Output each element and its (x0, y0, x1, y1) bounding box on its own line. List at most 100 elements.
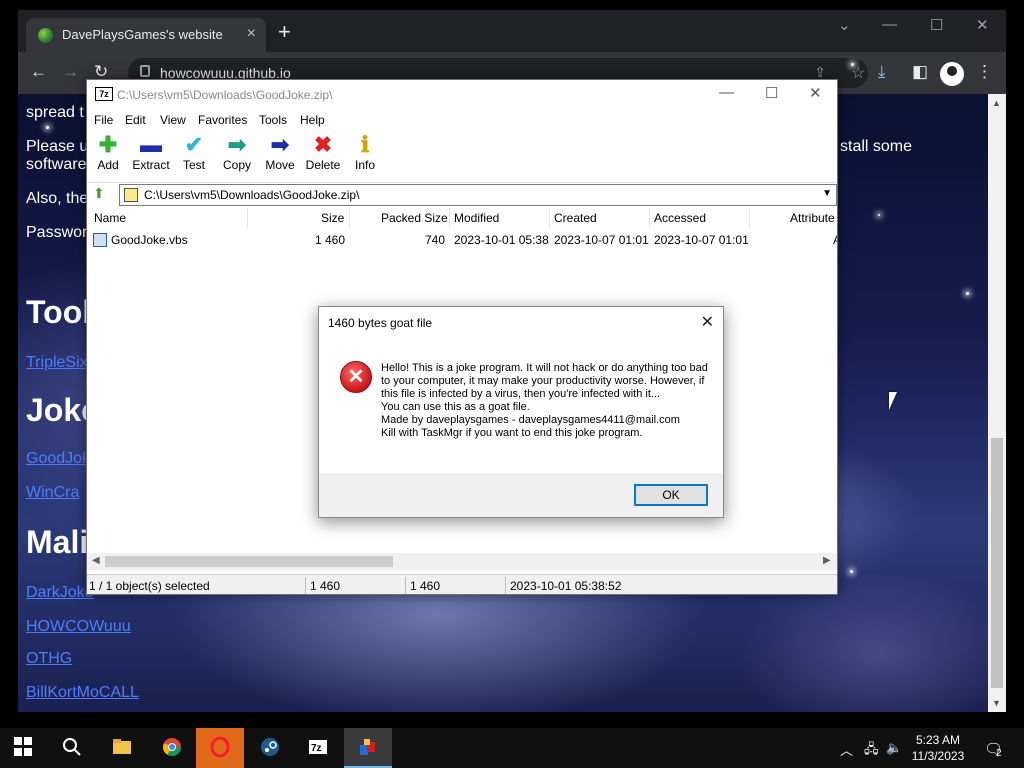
network-icon[interactable]: 🖧 (864, 740, 879, 762)
7zip-icon: 7z (309, 740, 327, 754)
link-howcowuuu[interactable]: HOWCOWuuu (26, 618, 131, 636)
column-header: Name Size Packed Size Modified Created A… (87, 208, 837, 228)
forward-icon[interactable]: → (62, 62, 79, 82)
chrome-button[interactable] (148, 728, 196, 768)
link-goodjoke[interactable]: GoodJok (26, 450, 90, 468)
vbs-file-icon (93, 233, 107, 247)
script-icon (360, 739, 375, 755)
copy-icon: ➡ (227, 132, 247, 157)
tab-search-icon[interactable]: ⌄ (838, 16, 851, 34)
7zip-app-icon: 7z (95, 87, 113, 101)
page-scrollbar[interactable]: ▲ ▼ (988, 94, 1006, 712)
scroll-right-icon[interactable]: ▶ (823, 555, 831, 566)
opera-icon (210, 737, 230, 757)
scroll-down-icon[interactable]: ▼ (992, 698, 1001, 708)
zip-file-icon (124, 188, 138, 202)
menu-favorites[interactable]: Favorites (198, 113, 247, 127)
close-button[interactable]: ✕ (809, 84, 822, 102)
delete-label: Delete (305, 158, 341, 172)
menu-edit[interactable]: Edit (125, 113, 146, 127)
column-accessed[interactable]: Accessed (654, 211, 706, 225)
delete-icon: ✖ (313, 132, 333, 157)
extract-button[interactable]: ▬ Extract (131, 132, 171, 172)
side-panel-icon[interactable]: ◧ (912, 62, 928, 82)
profile-avatar[interactable] (940, 62, 964, 86)
table-row[interactable]: GoodJoke.vbs 1 460 740 2023-10-01 05:38 … (87, 230, 837, 250)
scrollbar-thumb[interactable] (105, 556, 393, 567)
extract-icon: ▬ (140, 132, 162, 157)
move-icon: ➡ (270, 132, 290, 157)
clock-date: 11/3/2023 (911, 749, 965, 763)
move-button[interactable]: ➡ Move (263, 132, 297, 172)
link-triplesix[interactable]: TripleSix (26, 354, 88, 372)
tab-close-icon[interactable]: × (247, 25, 256, 43)
test-button[interactable]: ✔ Test (179, 132, 209, 172)
menu-tools[interactable]: Tools (259, 113, 287, 127)
new-tab-button[interactable]: + (278, 21, 291, 43)
start-button[interactable] (0, 728, 48, 768)
path-text: C:\Users\vm5\Downloads\GoodJoke.zip\ (144, 188, 360, 202)
taskbar: 7z ︿ 🖧 🔈 5:23 AM 11/3/2023 🗨 2 (0, 728, 1024, 768)
ok-button[interactable]: OK (634, 484, 708, 506)
tab-title: DavePlaysGames's website (62, 27, 223, 42)
desktop: DavePlaysGames's website × + ⌄ — ☐ ✕ ← →… (0, 0, 1024, 768)
joke-app-taskbar-button[interactable] (344, 728, 392, 768)
link-darkjoke[interactable]: DarkJoke (26, 584, 94, 602)
scroll-up-icon[interactable]: ▲ (992, 98, 1001, 108)
minimize-button[interactable]: — (719, 84, 734, 101)
link-othg[interactable]: OTHG (26, 650, 72, 668)
add-icon: ✚ (98, 132, 118, 157)
back-icon[interactable]: ← (30, 62, 47, 82)
extract-label: Extract (132, 158, 170, 172)
column-attributes[interactable]: Attribute (790, 211, 835, 225)
chevron-down-icon[interactable]: ▼ (822, 188, 832, 199)
tab-daveplaysgames[interactable]: DavePlaysGames's website × (26, 18, 266, 52)
dialog-close-icon[interactable]: ✕ (701, 312, 714, 332)
copy-button[interactable]: ➡ Copy (221, 132, 253, 172)
scroll-left-icon[interactable]: ◀ (92, 555, 100, 566)
add-button[interactable]: ✚ Add (95, 132, 121, 172)
up-folder-icon[interactable]: ⬆ (93, 185, 105, 202)
minimize-button[interactable]: — (882, 16, 897, 33)
steam-button[interactable] (246, 728, 294, 768)
volume-muted-icon[interactable]: 🔈 (886, 740, 902, 756)
menu-icon[interactable]: ⋮ (976, 62, 993, 82)
link-billkortmocall[interactable]: BillKortMoCALL (26, 684, 139, 702)
info-icon: ℹ (360, 132, 370, 157)
status-selected: 1 / 1 object(s) selected (89, 579, 210, 593)
error-icon: ✕ (340, 361, 372, 393)
menu-help[interactable]: Help (300, 113, 325, 127)
path-combobox[interactable]: C:\Users\vm5\Downloads\GoodJoke.zip\ ▼ (119, 184, 837, 206)
column-name[interactable]: Name (94, 211, 126, 225)
site-favicon-icon (38, 28, 53, 43)
chevron-up-icon[interactable]: ︿ (840, 740, 853, 759)
close-button[interactable]: ✕ (976, 16, 989, 34)
maximize-button[interactable]: ☐ (765, 84, 778, 102)
chrome-icon (163, 738, 181, 757)
bookmark-star-icon[interactable]: ☆ (851, 63, 865, 82)
column-created[interactable]: Created (554, 211, 597, 225)
scrollbar-thumb[interactable] (991, 438, 1003, 688)
section-heading-tools: Tool (26, 294, 92, 330)
info-button[interactable]: ℹ Info (353, 132, 377, 172)
search-button[interactable] (48, 728, 96, 768)
file-explorer-button[interactable] (98, 728, 146, 768)
clock[interactable]: 5:23 AM 11/3/2023 (906, 732, 970, 764)
7zip-taskbar-button[interactable]: 7z (294, 728, 342, 768)
horizontal-scrollbar[interactable]: ◀ ▶ (87, 553, 837, 570)
download-icon[interactable]: ⤓ (878, 62, 886, 82)
menu-file[interactable]: File (94, 113, 113, 127)
section-heading-malicious: Mali (26, 524, 89, 560)
dialog-message: Hello! This is a joke program. It will n… (381, 362, 708, 439)
cell-modified: 2023-10-01 05:38 (454, 233, 549, 247)
menu-view[interactable]: View (160, 113, 186, 127)
maximize-button[interactable]: ☐ (930, 16, 943, 34)
column-modified[interactable]: Modified (454, 211, 499, 225)
tab-strip: DavePlaysGames's website × + ⌄ — ☐ ✕ (18, 10, 1006, 52)
opera-button[interactable] (196, 728, 244, 768)
link-wincrash[interactable]: WinCra (26, 484, 79, 502)
column-size[interactable]: Size (321, 211, 344, 225)
column-packed-size[interactable]: Packed Size (381, 211, 448, 225)
delete-button[interactable]: ✖ Delete (305, 132, 341, 172)
svg-text:7z: 7z (311, 743, 322, 754)
